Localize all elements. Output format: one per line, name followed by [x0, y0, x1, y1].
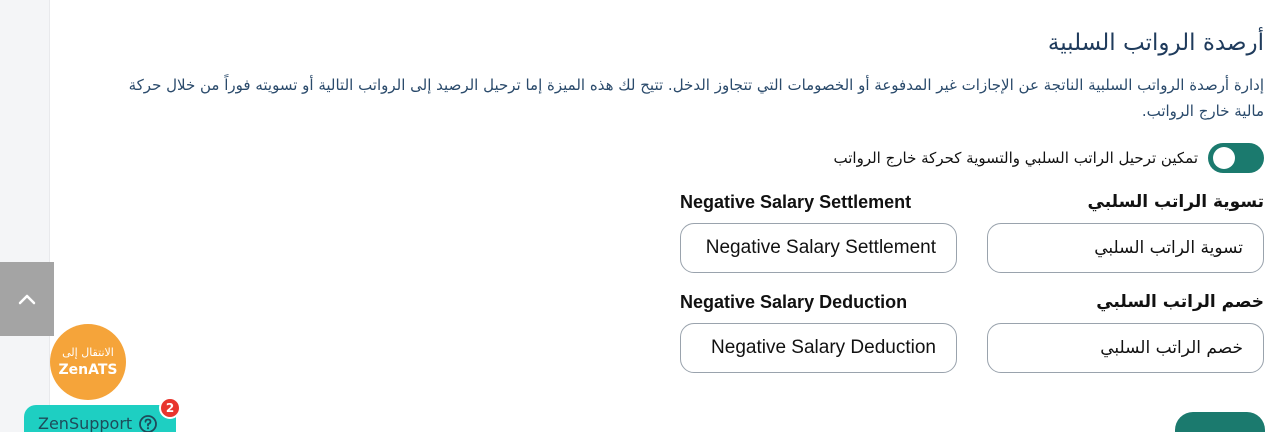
chevron-up-icon [18, 294, 36, 305]
settlement-input-ar[interactable]: تسوية الراتب السلبي [987, 223, 1264, 273]
toggle-knob [1213, 147, 1235, 169]
scroll-top-button[interactable] [0, 262, 54, 336]
settlement-label-ar: تسوية الراتب السلبي [1087, 192, 1264, 212]
zenats-line2: ZenATS [58, 362, 118, 378]
question-circle-icon [139, 415, 158, 432]
zenats-switch-button[interactable]: الانتقال إلى ZenATS [50, 324, 126, 400]
deduction-input-en[interactable]: Negative Salary Deduction [680, 323, 957, 373]
settlement-label-en: Negative Salary Settlement [680, 192, 912, 212]
side-panel-strip [0, 0, 50, 432]
carryover-toggle-label: تمكين ترحيل الراتب السلبي والتسوية كحركة… [833, 149, 1199, 167]
zensupport-button[interactable]: ZenSupport [24, 405, 176, 432]
deduction-label-ar: خصم الراتب السلبي [1096, 292, 1264, 312]
section-title: أرصدة الرواتب السلبية [1047, 30, 1264, 56]
carryover-toggle[interactable] [1208, 143, 1264, 173]
zensupport-label: ZenSupport [38, 414, 133, 432]
settlement-input-en[interactable]: Negative Salary Settlement [680, 223, 957, 273]
save-button[interactable] [1175, 412, 1265, 432]
deduction-label-en: Negative Salary Deduction [680, 292, 908, 312]
zenats-line1: الانتقال إلى [62, 346, 114, 359]
section-description: إدارة أرصدة الرواتب السلبية الناتجة عن ا… [128, 76, 1264, 120]
carryover-toggle-row: تمكين ترحيل الراتب السلبي والتسوية كحركة… [833, 143, 1264, 173]
deduction-input-ar[interactable]: خصم الراتب السلبي [987, 323, 1264, 373]
notification-badge: 2 [159, 397, 181, 419]
